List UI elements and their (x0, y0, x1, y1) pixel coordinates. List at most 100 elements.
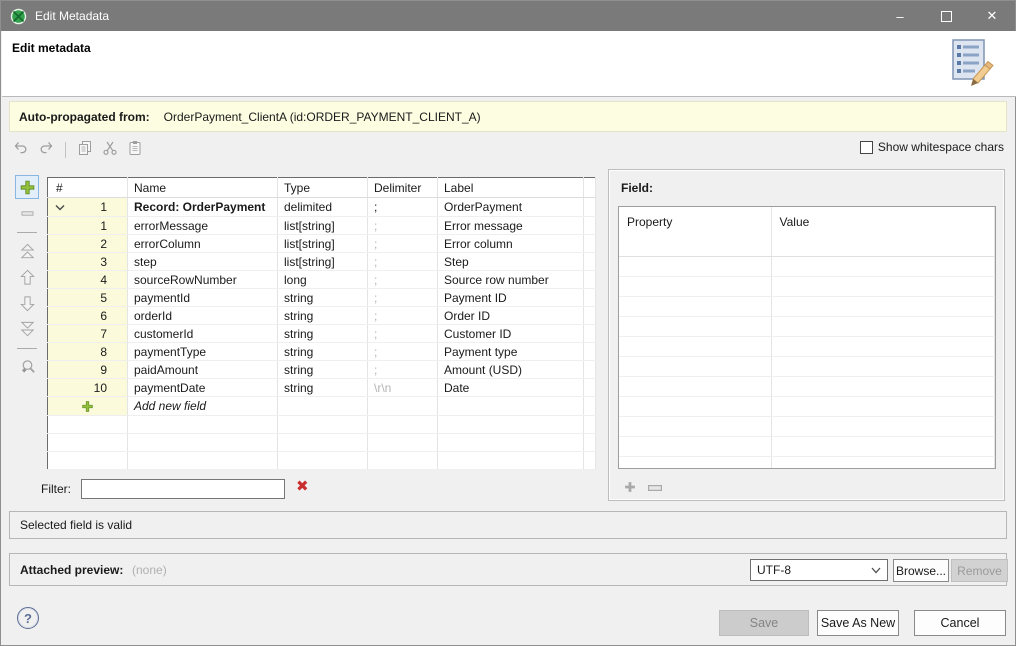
cell-label[interactable]: Source row number (438, 271, 584, 289)
cell-number[interactable]: 9 (48, 361, 128, 379)
cell-name[interactable]: Record: OrderPayment (128, 198, 278, 217)
add-property-icon[interactable] (623, 480, 637, 497)
cell-label[interactable]: Error column (438, 235, 584, 253)
metadata-grid[interactable]: # Name Type Delimiter Label 1Record: Ord… (47, 177, 596, 470)
encoding-select[interactable]: UTF-8 (750, 559, 888, 581)
undo-icon[interactable] (13, 140, 29, 159)
clear-filter-icon[interactable]: ✖ (296, 477, 309, 497)
cell-name[interactable]: Add new field (128, 397, 278, 416)
cell-number[interactable]: 8 (48, 343, 128, 361)
add-field-button[interactable] (15, 175, 39, 199)
cell-delim[interactable]: ; (368, 289, 438, 307)
cell-type[interactable]: string (278, 325, 368, 343)
cell-delim[interactable]: ; (368, 343, 438, 361)
field-row[interactable]: 5paymentIdstring;Payment ID (48, 289, 596, 307)
cell-name[interactable]: paymentDate (128, 379, 278, 397)
record-row[interactable]: 1Record: OrderPaymentdelimited;OrderPaym… (48, 198, 596, 217)
paste-icon[interactable] (127, 140, 143, 159)
cell-number[interactable]: 6 (48, 307, 128, 325)
cell-number[interactable]: 4 (48, 271, 128, 289)
cell-name[interactable]: customerId (128, 325, 278, 343)
field-row[interactable]: 4sourceRowNumberlong;Source row number (48, 271, 596, 289)
cell-name[interactable]: paidAmount (128, 361, 278, 379)
cell-delim[interactable]: ; (368, 271, 438, 289)
cell-delim[interactable]: \r\n (368, 379, 438, 397)
cell-type[interactable]: list[string] (278, 235, 368, 253)
field-row[interactable]: 1errorMessagelist[string];Error message (48, 217, 596, 235)
cell-label[interactable]: Customer ID (438, 325, 584, 343)
cell-label[interactable]: OrderPayment (438, 198, 584, 217)
show-whitespace-option[interactable]: Show whitespace chars (860, 140, 1004, 154)
cell-label[interactable] (438, 397, 584, 416)
cell-number[interactable]: 1 (48, 198, 128, 217)
cell-label[interactable]: Payment ID (438, 289, 584, 307)
cell-type[interactable]: string (278, 379, 368, 397)
cell-number[interactable]: 2 (48, 235, 128, 253)
cell-number[interactable]: 3 (48, 253, 128, 271)
add-field-icon[interactable] (81, 400, 94, 413)
cell-delim[interactable]: ; (368, 307, 438, 325)
save-button[interactable]: Save (719, 610, 809, 636)
cell-delim[interactable]: ; (368, 361, 438, 379)
cell-name[interactable]: errorMessage (128, 217, 278, 235)
cell-delim[interactable]: ; (368, 217, 438, 235)
move-to-bottom-button[interactable] (15, 317, 39, 341)
field-row[interactable]: 2errorColumnlist[string];Error column (48, 235, 596, 253)
cell-name[interactable]: errorColumn (128, 235, 278, 253)
cell-label[interactable]: Amount (USD) (438, 361, 584, 379)
cancel-button[interactable]: Cancel (914, 610, 1006, 636)
cell-name[interactable]: orderId (128, 307, 278, 325)
cell-delim[interactable]: ; (368, 253, 438, 271)
field-row[interactable]: 6orderIdstring;Order ID (48, 307, 596, 325)
field-row[interactable]: 9paidAmountstring;Amount (USD) (48, 361, 596, 379)
cell-type[interactable]: long (278, 271, 368, 289)
remove-preview-button[interactable]: Remove (951, 559, 1008, 582)
maximize-button[interactable] (923, 1, 969, 31)
cut-icon[interactable] (102, 140, 118, 159)
copy-icon[interactable] (77, 140, 93, 159)
cell-number[interactable]: 1 (48, 217, 128, 235)
help-button[interactable]: ? (17, 607, 39, 629)
move-to-top-button[interactable] (15, 239, 39, 263)
cell-number[interactable]: 7 (48, 325, 128, 343)
minimize-button[interactable]: – (877, 1, 923, 31)
cell-type[interactable]: string (278, 361, 368, 379)
field-properties-table[interactable]: Property Value (619, 207, 995, 469)
cell-delim[interactable]: ; (368, 325, 438, 343)
cell-name[interactable]: paymentId (128, 289, 278, 307)
cell-delim[interactable] (368, 397, 438, 416)
redo-icon[interactable] (38, 140, 54, 159)
move-down-button[interactable] (15, 291, 39, 315)
cell-label[interactable]: Step (438, 253, 584, 271)
cell-delim[interactable]: ; (368, 235, 438, 253)
cell-type[interactable] (278, 397, 368, 416)
cell-type[interactable]: string (278, 307, 368, 325)
cell-type[interactable]: string (278, 343, 368, 361)
field-row[interactable]: 10paymentDatestring\r\nDate (48, 379, 596, 397)
titlebar[interactable]: Edit Metadata – ✕ (1, 1, 1015, 31)
record-expand-icon[interactable] (53, 201, 67, 214)
remove-property-icon[interactable] (647, 482, 663, 496)
cell-delim[interactable]: ; (368, 198, 438, 217)
cell-number[interactable]: 5 (48, 289, 128, 307)
cell-name[interactable]: paymentType (128, 343, 278, 361)
save-as-new-button[interactable]: Save As New (817, 610, 899, 636)
browse-button[interactable]: Browse... (893, 559, 949, 582)
filter-input[interactable] (81, 479, 285, 499)
field-row[interactable]: 8paymentTypestring;Payment type (48, 343, 596, 361)
field-row[interactable]: 7customerIdstring;Customer ID (48, 325, 596, 343)
cell-name[interactable]: step (128, 253, 278, 271)
cell-name[interactable]: sourceRowNumber (128, 271, 278, 289)
cell-number[interactable] (48, 397, 128, 416)
remove-field-button[interactable] (15, 201, 39, 225)
cell-type[interactable]: list[string] (278, 217, 368, 235)
cell-type[interactable]: delimited (278, 198, 368, 217)
cell-label[interactable]: Order ID (438, 307, 584, 325)
cell-label[interactable]: Date (438, 379, 584, 397)
cell-type[interactable]: list[string] (278, 253, 368, 271)
show-whitespace-checkbox[interactable] (860, 141, 873, 154)
field-row[interactable]: 3steplist[string];Step (48, 253, 596, 271)
cell-number[interactable]: 10 (48, 379, 128, 397)
add-row[interactable]: Add new field (48, 397, 596, 416)
move-up-button[interactable] (15, 265, 39, 289)
